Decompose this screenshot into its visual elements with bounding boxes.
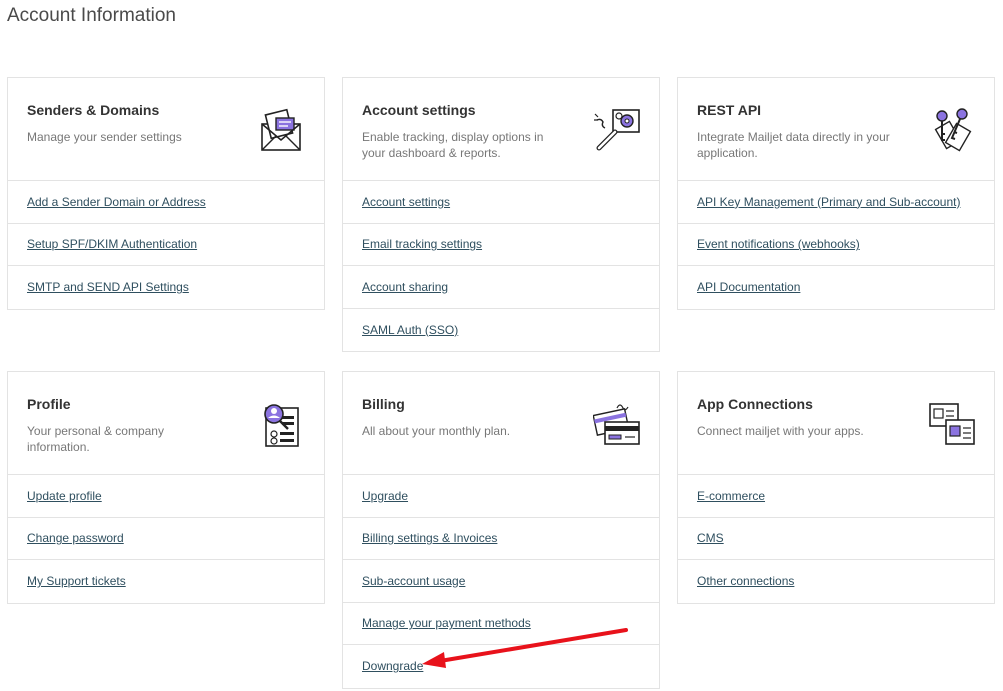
link-row: Event notifications (webhooks) [678, 224, 994, 266]
link-row: Setup SPF/DKIM Authentication [8, 224, 324, 266]
card-app-connections: App Connections Connect mailjet with you… [677, 371, 995, 604]
link-row: Update profile [8, 475, 324, 518]
link-row: Account settings [343, 181, 659, 224]
smtp-send-api-link[interactable]: SMTP and SEND API Settings [27, 280, 189, 294]
support-tickets-link[interactable]: My Support tickets [27, 574, 126, 588]
card-description: Your personal & company information. [27, 424, 164, 454]
credit-card-icon [593, 404, 640, 445]
page-title: Account Information [7, 5, 176, 26]
card-senders-domains: Senders & Domains Manage your sender set… [7, 77, 325, 310]
card-description: Integrate Mailjet data directly in your … [697, 130, 890, 160]
card-title: Profile [27, 396, 71, 412]
update-profile-link[interactable]: Update profile [27, 489, 102, 503]
card-account-settings: Account settings Enable tracking, displa… [342, 77, 660, 352]
api-key-management-link[interactable]: API Key Management (Primary and Sub-acco… [697, 195, 960, 209]
account-settings-link[interactable]: Account settings [362, 195, 450, 209]
link-row: CMS [678, 518, 994, 560]
account-sharing-link[interactable]: Account sharing [362, 280, 448, 294]
sub-account-usage-link[interactable]: Sub-account usage [362, 574, 465, 588]
card-profile: Profile Your personal & company informat… [7, 371, 325, 604]
card-header: Billing All about your monthly plan. [343, 372, 659, 475]
envelope-icon [261, 108, 301, 151]
link-row: E-commerce [678, 475, 994, 518]
card-description: Manage your sender settings [27, 130, 182, 144]
add-sender-domain-link[interactable]: Add a Sender Domain or Address [27, 195, 206, 209]
card-description: Connect mailjet with your apps. [697, 424, 864, 438]
card-header: Senders & Domains Manage your sender set… [8, 78, 324, 181]
event-notifications-link[interactable]: Event notifications (webhooks) [697, 237, 860, 251]
link-row: Account sharing [343, 266, 659, 309]
card-title: Senders & Domains [27, 102, 160, 118]
email-tracking-settings-link[interactable]: Email tracking settings [362, 237, 482, 251]
profile-search-icon [264, 404, 299, 447]
card-rest-api: REST API Integrate Mailjet data directly… [677, 77, 995, 310]
card-description: All about your monthly plan. [362, 424, 511, 438]
puzzle-connect-icon [929, 403, 975, 445]
billing-settings-invoices-link[interactable]: Billing settings & Invoices [362, 531, 497, 545]
cms-link[interactable]: CMS [697, 531, 724, 545]
card-header: Profile Your personal & company informat… [8, 372, 324, 475]
red-arrow-annotation [422, 628, 628, 668]
e-commerce-link[interactable]: E-commerce [697, 489, 765, 503]
setup-spf-dkim-link[interactable]: Setup SPF/DKIM Authentication [27, 237, 197, 251]
link-row: API Key Management (Primary and Sub-acco… [678, 181, 994, 224]
card-title: REST API [697, 102, 762, 118]
api-documentation-link[interactable]: API Documentation [697, 280, 800, 294]
link-row: API Documentation [678, 266, 994, 309]
wrench-gear-icon [594, 109, 640, 151]
card-header: Account settings Enable tracking, displa… [343, 78, 659, 181]
link-row: Other connections [678, 560, 994, 603]
other-connections-link[interactable]: Other connections [697, 574, 794, 588]
card-title: Account settings [362, 102, 476, 118]
link-row: My Support tickets [8, 560, 324, 603]
link-row: SAML Auth (SSO) [343, 309, 659, 352]
saml-auth-link[interactable]: SAML Auth (SSO) [362, 323, 458, 337]
card-description: Enable tracking, display options in your… [362, 130, 544, 160]
card-header: App Connections Connect mailjet with you… [678, 372, 994, 475]
card-title: Billing [362, 396, 405, 412]
change-password-link[interactable]: Change password [27, 531, 124, 545]
link-row: Upgrade [343, 475, 659, 518]
link-row: Sub-account usage [343, 560, 659, 603]
card-title: App Connections [697, 396, 813, 412]
link-row: Billing settings & Invoices [343, 518, 659, 560]
downgrade-link[interactable]: Downgrade [362, 659, 423, 673]
card-header: REST API Integrate Mailjet data directly… [678, 78, 994, 181]
link-row: Email tracking settings [343, 224, 659, 266]
upgrade-link[interactable]: Upgrade [362, 489, 408, 503]
link-row: Add a Sender Domain or Address [8, 181, 324, 224]
keys-icon [934, 108, 972, 152]
link-row: Change password [8, 518, 324, 560]
link-row: SMTP and SEND API Settings [8, 266, 324, 309]
